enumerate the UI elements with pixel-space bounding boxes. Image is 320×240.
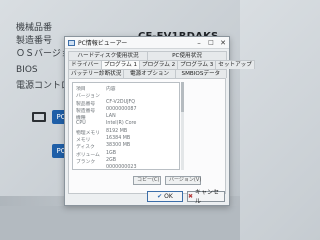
info-key: バージョン — [76, 94, 100, 100]
info-key — [76, 165, 106, 169]
scrollbar[interactable] — [181, 82, 184, 170]
list-item: 製品番号 CF-V2DUJFQ — [76, 100, 176, 107]
tab-program-2[interactable]: プログラム 2 — [139, 60, 179, 69]
info-value: 1GB — [106, 150, 117, 156]
list-item: 製造番号 0000000087 — [76, 107, 176, 114]
info-value: 8192 MB — [106, 128, 128, 134]
info-key: ブランク — [76, 159, 96, 165]
info-value: Intel(R) Core — [106, 121, 137, 127]
minimize-button[interactable]: – — [193, 37, 205, 48]
info-key: ディスク — [76, 145, 95, 151]
laptop-icon — [32, 112, 46, 122]
pc-info-viewer-dialog: PC情報ビューアー – □ ✕ ハードディスク使用状況 PC使用状況 ドライバー… — [64, 36, 255, 206]
list-item: 項目 内容 — [76, 85, 176, 92]
ok-label: OK — [164, 193, 173, 200]
ok-button[interactable]: ✔ OK — [147, 191, 183, 202]
background-footer — [0, 206, 240, 240]
info-list[interactable]: 項目 内容 バージョン 製品番号 CF-V2DUJFQ 製造番号 0000000087… — [72, 82, 180, 170]
tab-driver[interactable]: ドライバー — [68, 60, 102, 69]
close-button[interactable]: ✕ — [217, 37, 229, 48]
list-item: CPU Intel(R) Core — [76, 121, 176, 128]
list-item: ディスク 38300 MB — [76, 143, 176, 150]
label-model-number: 機械品番 — [16, 23, 53, 33]
label-serial-number: 製造番号 — [16, 36, 53, 46]
dialog-footer: ✔ OK ✖ キャンセル — [65, 189, 229, 205]
checkmark-icon: ✔ — [157, 193, 163, 200]
tab-program-3[interactable]: プログラム 3 — [177, 60, 217, 69]
cancel-label: キャンセル — [195, 188, 220, 205]
title-bar[interactable]: PC情報ビューアー – □ ✕ — [65, 37, 229, 49]
list-item: ボリューム 1GB — [76, 151, 176, 158]
info-value: CF-V2DUJFQ — [106, 99, 136, 105]
tab-battery-diagnosis[interactable]: バッテリー診断状況 — [68, 69, 125, 78]
info-key: ボリューム — [76, 152, 100, 158]
tab-power-options[interactable]: 電源オプション — [123, 69, 176, 78]
info-key: 製品番号 — [76, 101, 96, 107]
info-key: 項目 — [76, 87, 86, 92]
tab-strip: ハードディスク使用状況 PC使用状況 ドライバー プログラム 1 プログラム 2… — [65, 49, 255, 78]
info-key: CPU — [76, 121, 86, 127]
maximize-button[interactable]: □ — [205, 37, 217, 48]
info-key: メモリ — [76, 138, 91, 144]
version-button[interactable]: バージョン(V) — [165, 176, 201, 185]
list-item: 物理メモリ 8192 MB — [76, 129, 176, 136]
app-icon — [68, 39, 75, 46]
copy-button[interactable]: コピー(C) — [133, 176, 161, 185]
cancel-icon: ✖ — [188, 193, 194, 200]
window-title: PC情報ビューアー — [78, 40, 128, 47]
list-item: 0000000023 — [76, 165, 176, 170]
info-key: 製造番号 — [76, 108, 96, 114]
tab-program-1[interactable]: プログラム 1 — [100, 60, 140, 69]
list-item: バージョン — [76, 92, 176, 99]
tab-pc-usage[interactable]: PC使用状況 — [147, 51, 227, 60]
label-bios: BIOS — [16, 65, 38, 75]
info-value: 38300 MB — [106, 143, 131, 149]
tab-setup[interactable]: セットアップ — [215, 60, 255, 69]
info-value: 内容 — [106, 87, 116, 92]
info-key: 物理メモリ — [76, 130, 100, 136]
info-value — [106, 92, 176, 99]
info-value: 0000000023 — [106, 165, 137, 170]
tab-smbios-data[interactable]: SMBIOSデータ — [174, 69, 228, 78]
info-value: 0000000087 — [106, 106, 137, 112]
scrollbar-thumb[interactable] — [181, 82, 184, 112]
cancel-button[interactable]: ✖ キャンセル — [187, 189, 225, 205]
tab-panel: 項目 内容 バージョン 製品番号 CF-V2DUJFQ 製造番号 0000000087… — [68, 78, 226, 194]
tab-disk-usage[interactable]: ハードディスク使用状況 — [68, 51, 148, 60]
